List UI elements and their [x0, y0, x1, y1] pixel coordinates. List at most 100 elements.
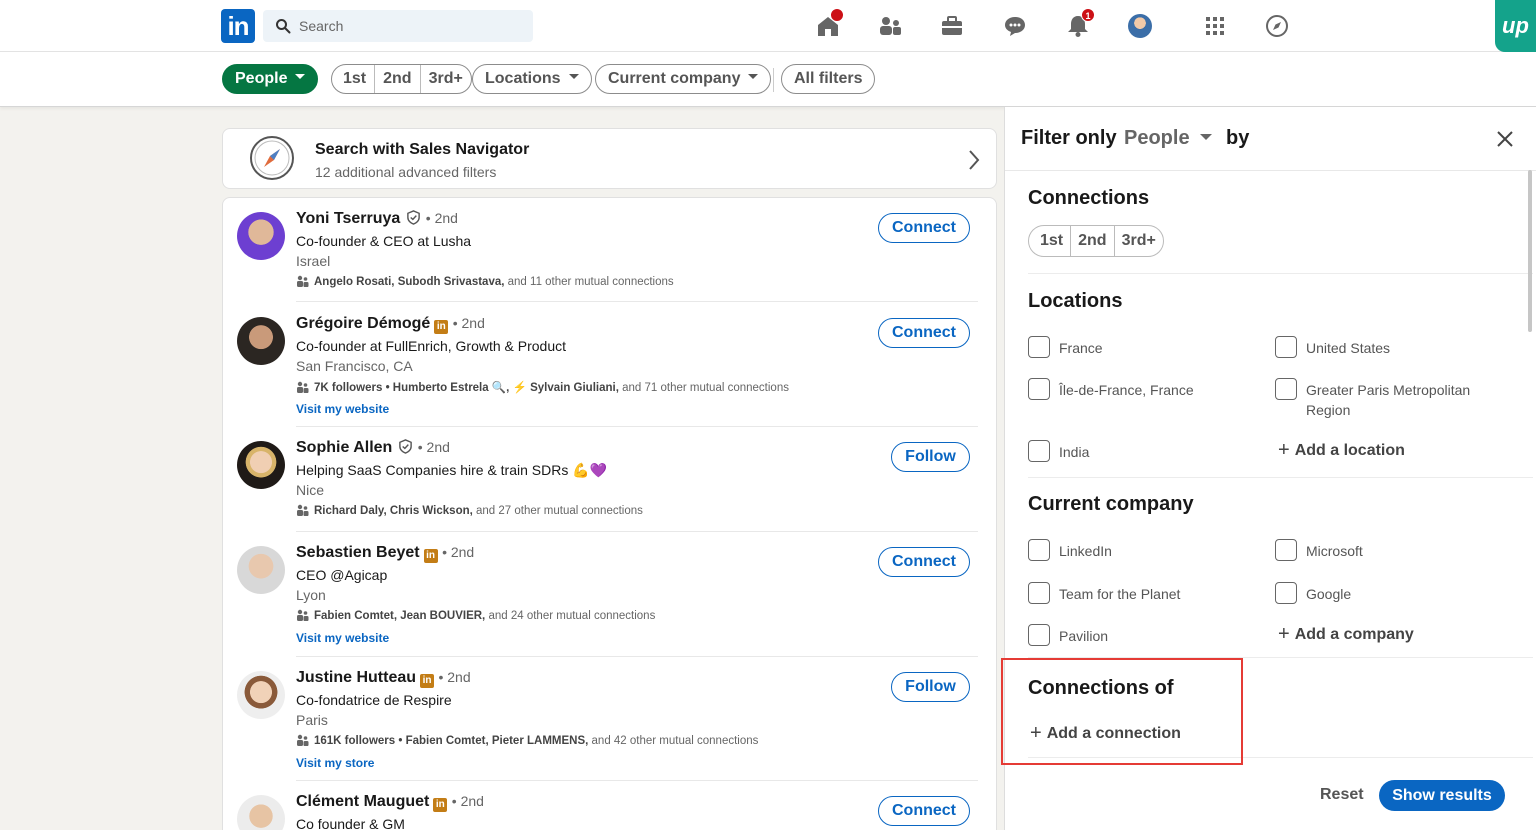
linkedin-premium-icon: in: [420, 674, 435, 688]
checkbox[interactable]: [1028, 539, 1050, 561]
divider: [1028, 273, 1533, 274]
profile-photo[interactable]: [237, 317, 285, 365]
connect-button[interactable]: Connect: [878, 547, 970, 577]
profile-photo[interactable]: [237, 671, 285, 719]
all-filters-button[interactable]: All filters: [781, 64, 876, 94]
profile-photo[interactable]: [237, 212, 285, 260]
result-row: Sebastien Beyet in • 2nd CEO @Agicap Lyon…: [223, 532, 996, 657]
nav-sales-navigator[interactable]: [1263, 12, 1291, 40]
me-avatar[interactable]: [1128, 14, 1152, 38]
people-filter-pill[interactable]: People: [222, 64, 319, 94]
reset-button[interactable]: Reset: [1320, 786, 1364, 804]
location-option[interactable]: France: [1028, 336, 1103, 358]
checkbox[interactable]: [1028, 582, 1050, 604]
add-company-button[interactable]: + Add a company: [1278, 622, 1414, 645]
checkbox[interactable]: [1028, 440, 1050, 462]
nav-apps-grid[interactable]: [1201, 12, 1229, 40]
search-results-list: Yoni Tserruya • 2nd Co-founder & CEO at …: [222, 197, 997, 830]
company-option[interactable]: Pavilion: [1028, 624, 1108, 646]
nav-my-network[interactable]: [876, 12, 904, 40]
mutual-connection-names[interactable]: Angelo Rosati, Subodh Srivastava,: [314, 276, 504, 288]
sales-navigator-title: Search with Sales Navigator: [315, 141, 530, 158]
nav-home[interactable]: [814, 8, 844, 40]
close-icon[interactable]: [1495, 129, 1515, 149]
mutual-connections-icon: [297, 609, 309, 621]
sales-navigator-card[interactable]: Search with Sales Navigator 12 additiona…: [222, 128, 997, 189]
chevron-down-icon: [1199, 133, 1212, 140]
profile-photo[interactable]: [237, 795, 285, 830]
panel-degree-3rd[interactable]: 3rd+: [1113, 226, 1163, 256]
current-company-filter-pill[interactable]: Current company: [595, 64, 772, 94]
checkbox[interactable]: [1028, 336, 1050, 358]
profile-name[interactable]: Grégoire Démogé: [296, 315, 430, 332]
mutual-connection-names[interactable]: 161K followers • Fabien Comtet, Pieter L…: [314, 735, 588, 747]
company-option[interactable]: Microsoft: [1275, 539, 1363, 561]
profile-location: Israel: [296, 253, 331, 269]
panel-scrollbar[interactable]: [1528, 170, 1532, 332]
checkbox[interactable]: [1275, 582, 1297, 604]
show-results-button[interactable]: Show results: [1379, 780, 1505, 811]
mutual-connection-names[interactable]: Richard Daly, Chris Wickson,: [314, 505, 473, 517]
mutual-connection-count[interactable]: and 71 other mutual connections: [622, 382, 789, 394]
location-option[interactable]: Île-de-France, France: [1028, 378, 1194, 400]
highlight-annotation: [1001, 658, 1243, 765]
panel-degree-2nd[interactable]: 2nd: [1070, 226, 1113, 256]
search-input[interactable]: [299, 10, 527, 42]
profile-photo[interactable]: [237, 546, 285, 594]
visit-store-link[interactable]: Visit my store: [296, 756, 374, 770]
linkedin-logo[interactable]: in: [221, 9, 255, 43]
profile-headline: Co-founder & CEO at Lusha: [296, 233, 472, 249]
follow-button[interactable]: Follow: [891, 442, 970, 472]
checkbox[interactable]: [1275, 336, 1297, 358]
profile-photo[interactable]: [237, 441, 285, 489]
mutual-connection-names[interactable]: Fabien Comtet, Jean BOUVIER,: [314, 610, 485, 622]
company-option[interactable]: Google: [1275, 582, 1351, 604]
nav-messaging[interactable]: [1001, 12, 1029, 40]
result-row: Sophie Allen • 2nd Helping SaaS Companie…: [223, 427, 996, 532]
checkbox[interactable]: [1275, 539, 1297, 561]
nav-jobs[interactable]: [938, 12, 966, 40]
profile-location: Nice: [296, 482, 325, 498]
follow-button[interactable]: Follow: [891, 672, 970, 702]
checkbox[interactable]: [1028, 378, 1050, 400]
add-location-button[interactable]: + Add a location: [1278, 438, 1405, 461]
mutual-connection-count[interactable]: and 27 other mutual connections: [476, 505, 643, 517]
result-row: Clément Mauguet in • 2nd Co founder & GM …: [223, 781, 996, 830]
profile-name[interactable]: Justine Hutteau: [296, 669, 416, 686]
search-icon: [276, 19, 291, 34]
location-option[interactable]: United States: [1275, 336, 1390, 358]
mutual-connection-count[interactable]: and 11 other mutual connections: [508, 276, 674, 288]
degree-1st[interactable]: 1st: [332, 65, 374, 93]
profile-name[interactable]: Clément Mauguet: [296, 793, 429, 810]
degree-2nd[interactable]: 2nd: [374, 65, 419, 93]
location-option[interactable]: India: [1028, 440, 1089, 462]
connect-button[interactable]: Connect: [878, 213, 970, 243]
profile-name[interactable]: Yoni Tserruya: [296, 210, 400, 227]
extension-button[interactable]: up: [1495, 0, 1536, 52]
connection-degree: • 2nd: [438, 669, 471, 685]
location-option[interactable]: Greater Paris Metropolitan Region: [1275, 378, 1486, 420]
company-option[interactable]: LinkedIn: [1028, 539, 1112, 561]
result-type-dropdown[interactable]: People: [1124, 127, 1212, 150]
connect-button[interactable]: Connect: [878, 318, 970, 348]
chevron-right-icon: [969, 150, 980, 170]
global-search[interactable]: [263, 10, 533, 42]
company-option[interactable]: Team for the Planet: [1028, 582, 1180, 604]
checkbox[interactable]: [1028, 624, 1050, 646]
visit-website-link[interactable]: Visit my website: [296, 631, 389, 645]
checkbox[interactable]: [1275, 378, 1297, 400]
mutual-connection-count[interactable]: and 24 other mutual connections: [488, 610, 655, 622]
mutual-connection-count[interactable]: and 42 other mutual connections: [592, 735, 759, 747]
locations-filter-pill[interactable]: Locations: [472, 64, 592, 94]
nav-notifications[interactable]: 1: [1064, 8, 1095, 40]
degree-3rd[interactable]: 3rd+: [419, 65, 471, 93]
visit-website-link[interactable]: Visit my website: [296, 402, 389, 416]
profile-name[interactable]: Sophie Allen: [296, 439, 392, 456]
plus-icon: +: [1278, 439, 1290, 461]
connect-button[interactable]: Connect: [878, 796, 970, 826]
compass-icon: [1266, 15, 1288, 37]
profile-name[interactable]: Sebastien Beyet: [296, 544, 420, 561]
panel-degree-1st[interactable]: 1st: [1029, 226, 1070, 256]
home-notification-dot: [830, 8, 844, 22]
mutual-connection-names[interactable]: 7K followers • Humberto Estrela 🔍, ⚡ Syl…: [314, 382, 619, 394]
